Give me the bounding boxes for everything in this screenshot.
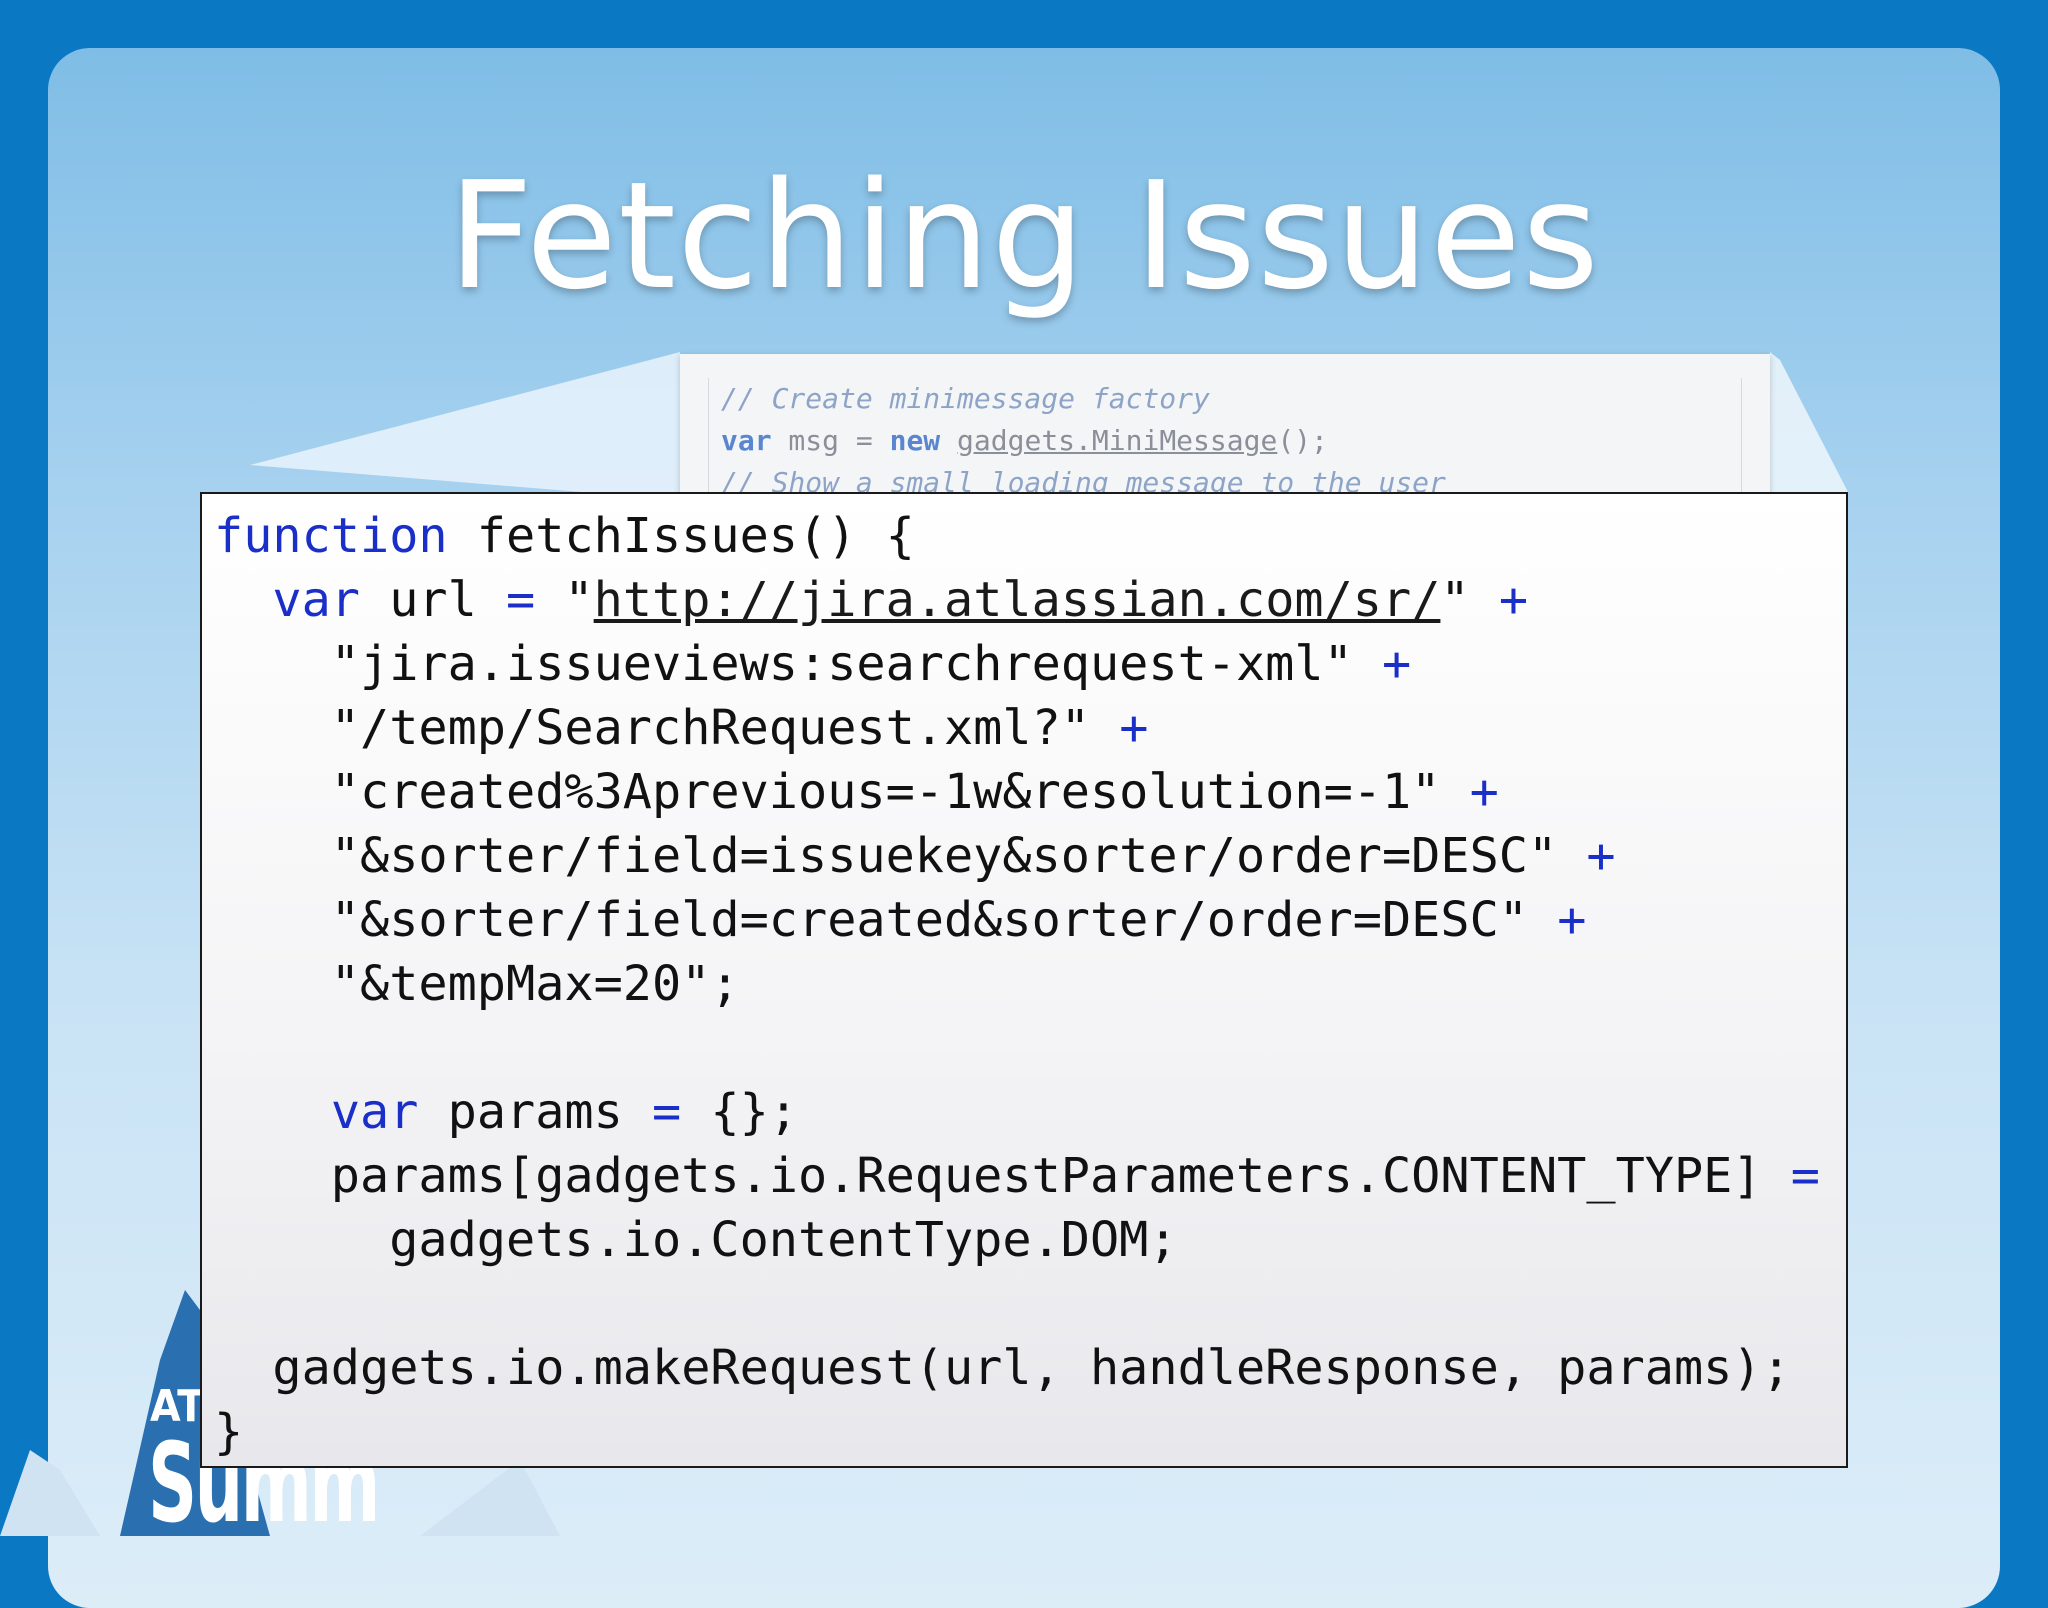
- code-line-7: "&sorter/field=created&sorter/order=DESC…: [214, 888, 1820, 952]
- code-text: "&tempMax=20";: [214, 956, 740, 1012]
- code-text: fetchIssues() {: [447, 508, 915, 564]
- operator: +: [1557, 892, 1587, 948]
- bg-text: msg: [771, 424, 856, 457]
- operator: =: [1790, 1148, 1820, 1204]
- code-text: }: [214, 1404, 244, 1460]
- code-line-6: "&sorter/field=issuekey&sorter/order=DES…: [214, 824, 1820, 888]
- background-code-screenshot: // Create minimessage factory var msg = …: [680, 354, 1770, 504]
- operator: =: [506, 572, 536, 628]
- bg-keyword: var: [721, 424, 772, 457]
- code-line-15: }: [214, 1400, 1820, 1464]
- operator: +: [1469, 764, 1499, 820]
- keyword: var: [272, 572, 361, 628]
- code-text: gadgets.io.ContentType.DOM;: [214, 1212, 1178, 1268]
- bg-operator: =: [855, 424, 873, 457]
- code-text: "/temp/SearchRequest.xml?": [214, 700, 1120, 756]
- code-text: "&sorter/field=created&sorter/order=DESC…: [214, 892, 1558, 948]
- code-line-2: var url = "http://jira.atlassian.com/sr/…: [214, 568, 1820, 632]
- bg-comment: // Create minimessage factory: [721, 382, 1210, 415]
- code-line-10: var params = {};: [214, 1080, 1820, 1144]
- bg-text: ();: [1277, 424, 1328, 457]
- code-text: url: [360, 572, 507, 628]
- operator: =: [652, 1084, 682, 1140]
- operator: +: [1381, 636, 1412, 692]
- code-line-3: "jira.issueviews:searchrequest-xml" +: [214, 632, 1820, 696]
- bg-line-1: // Create minimessage factory: [721, 378, 1741, 420]
- bg-line-2: var msg = new gadgets.MiniMessage();: [721, 420, 1741, 462]
- url-link[interactable]: http://jira.atlassian.com/sr/: [594, 572, 1441, 628]
- code-text: params[gadgets.io.RequestParameters.CONT…: [214, 1148, 1791, 1204]
- code-text: gadgets.io.makeRequest(url, handleRespon…: [214, 1340, 1791, 1396]
- code-text: ": [1440, 572, 1499, 628]
- slide-title: Fetching Issues: [447, 150, 1601, 322]
- operator: +: [1119, 700, 1149, 756]
- code-text: "jira.issueviews:searchrequest-xml": [214, 636, 1382, 692]
- operator: +: [1586, 828, 1616, 884]
- code-lines: function fetchIssues() { var url = "http…: [214, 504, 1820, 1464]
- code-line-4: "/temp/SearchRequest.xml?" +: [214, 696, 1820, 760]
- code-line-1: function fetchIssues() {: [214, 504, 1820, 568]
- keyword: function: [214, 508, 448, 564]
- code-line-11: params[gadgets.io.RequestParameters.CONT…: [214, 1144, 1820, 1208]
- code-text: {};: [681, 1084, 799, 1140]
- code-text: "&sorter/field=issuekey&sorter/order=DES…: [214, 828, 1587, 884]
- code-line-12: gadgets.io.ContentType.DOM;: [214, 1208, 1820, 1272]
- code-line-14: gadgets.io.makeRequest(url, handleRespon…: [214, 1336, 1820, 1400]
- bg-link: gadgets.MiniMessage: [957, 424, 1278, 457]
- code-text: params: [418, 1084, 653, 1140]
- keyword: var: [330, 1084, 419, 1140]
- code-text: ": [535, 572, 594, 628]
- code-text: "created%3Aprevious=-1w&resolution=-1": [214, 764, 1470, 820]
- operator: +: [1498, 572, 1529, 628]
- bg-keyword: new: [872, 424, 958, 457]
- code-line-8: "&tempMax=20";: [214, 952, 1820, 1016]
- code-line-5: "created%3Aprevious=-1w&resolution=-1" +: [214, 760, 1820, 824]
- code-block: function fetchIssues() { var url = "http…: [200, 492, 1848, 1468]
